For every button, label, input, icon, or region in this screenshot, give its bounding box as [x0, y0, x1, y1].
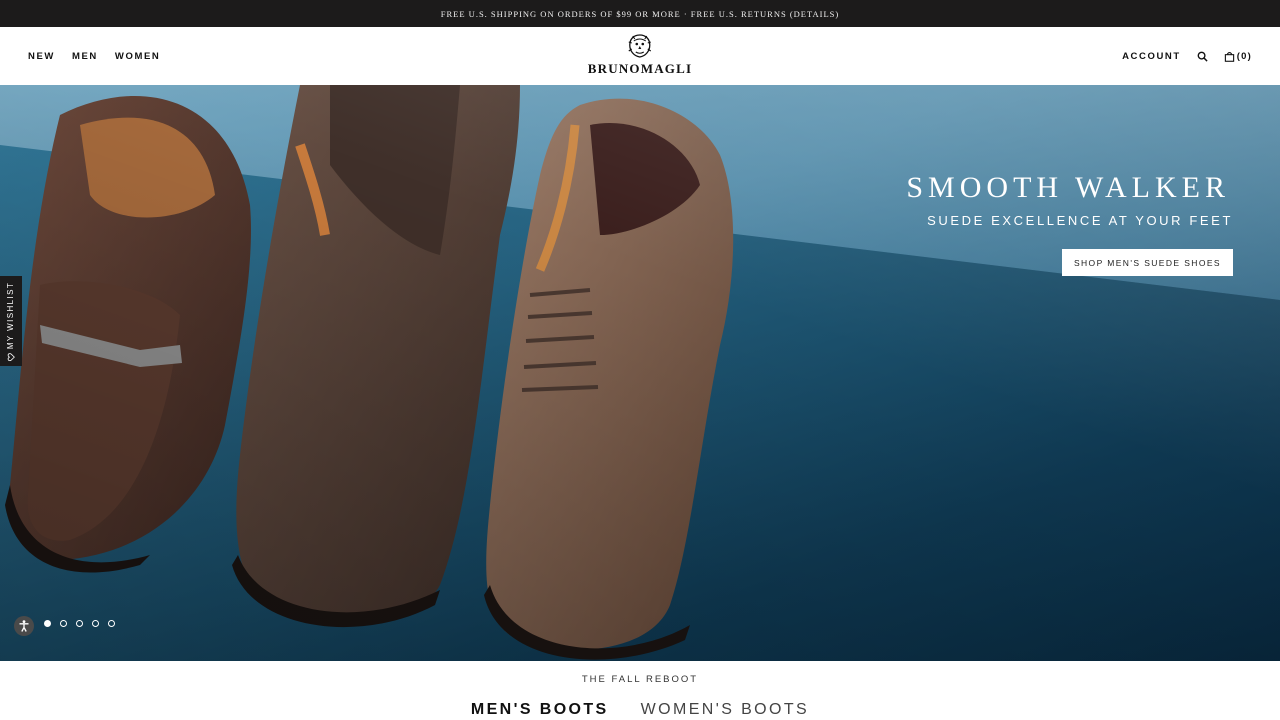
carousel-dot-5[interactable] — [108, 620, 115, 627]
brand-logo[interactable]: BRUNOMAGLI — [588, 33, 692, 77]
wishlist-tab[interactable]: MY WISHLIST — [0, 276, 22, 366]
carousel-dot-1[interactable] — [44, 620, 51, 627]
account-link[interactable]: ACCOUNT — [1122, 51, 1181, 62]
brand-name: BRUNOMAGLI — [587, 61, 693, 76]
search-icon — [1197, 51, 1208, 62]
utility-nav: ACCOUNT (0) — [1122, 51, 1252, 62]
nav-women[interactable]: WOMEN — [115, 51, 160, 62]
boots-tabs: MEN'S BOOTS WOMEN'S BOOTS — [0, 701, 1280, 719]
promo-bar: FREE U.S. SHIPPING ON ORDERS OF $99 OR M… — [0, 0, 1280, 27]
primary-nav: NEW MEN WOMEN — [28, 51, 160, 62]
tab-womens-boots[interactable]: WOMEN'S BOOTS — [641, 701, 809, 719]
wishlist-label: MY WISHLIST — [6, 281, 16, 349]
cart-count: (0) — [1236, 50, 1252, 62]
hero-title: SMOOTH WALKER — [906, 171, 1230, 204]
cart-button[interactable]: (0) — [1224, 51, 1252, 62]
shopping-bag-icon — [1224, 51, 1234, 62]
section-eyebrow: THE FALL REBOOT — [581, 674, 699, 685]
nav-men[interactable]: MEN — [72, 51, 98, 62]
hero-subtitle: SUEDE EXCELLENCE AT YOUR FEET — [927, 213, 1233, 228]
nav-new[interactable]: NEW — [28, 51, 55, 62]
carousel-dot-2[interactable] — [60, 620, 67, 627]
lion-crest-icon — [628, 34, 652, 58]
carousel-pagination — [44, 620, 115, 627]
tab-mens-boots[interactable]: MEN'S BOOTS — [471, 701, 609, 719]
search-button[interactable] — [1197, 51, 1208, 62]
accessibility-icon — [19, 620, 29, 632]
shop-suede-shoes-button[interactable]: SHOP MEN'S SUEDE SHOES — [1061, 249, 1233, 276]
carousel-dot-4[interactable] — [92, 620, 99, 627]
carousel-dot-3[interactable] — [76, 620, 83, 627]
heart-icon — [7, 352, 15, 361]
site-header: NEW MEN WOMEN BRUNOMAGLI ACCOUNT (0) — [0, 27, 1280, 85]
promo-details-link[interactable]: (DETAILS) — [790, 9, 839, 19]
promo-text: FREE U.S. SHIPPING ON ORDERS OF $99 OR M… — [440, 8, 787, 19]
hero-banner[interactable]: SMOOTH WALKER SUEDE EXCELLENCE AT YOUR F… — [0, 85, 1280, 661]
accessibility-button[interactable] — [14, 616, 34, 636]
